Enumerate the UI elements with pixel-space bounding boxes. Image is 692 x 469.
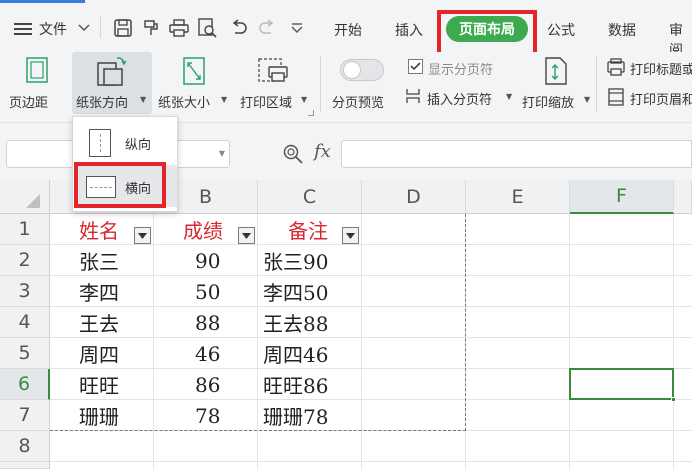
print-preview-icon[interactable] bbox=[196, 17, 218, 39]
margins-button[interactable]: 页边距 bbox=[9, 92, 48, 111]
filter-dropdown-icon[interactable] bbox=[238, 227, 255, 244]
header-cell-score[interactable]: 成绩 bbox=[183, 214, 223, 245]
data-cell[interactable]: 90 bbox=[195, 245, 220, 276]
data-cell[interactable]: 86 bbox=[195, 369, 220, 400]
row-header-2[interactable]: 2 bbox=[0, 245, 50, 276]
data-cell[interactable]: 周四 bbox=[79, 338, 119, 369]
fill-handle[interactable] bbox=[671, 397, 676, 402]
name-box-dropdown-icon[interactable]: ▼ bbox=[219, 149, 225, 158]
row-header-6[interactable]: 6 bbox=[0, 369, 50, 400]
file-menu[interactable]: 文件 bbox=[39, 19, 67, 39]
tab-formulas[interactable]: 公式 bbox=[547, 20, 575, 40]
data-cell[interactable]: 旺旺 bbox=[79, 369, 119, 400]
filter-dropdown-icon[interactable] bbox=[134, 227, 151, 244]
data-cell[interactable]: 张三90 bbox=[263, 245, 328, 276]
print-header-icon[interactable] bbox=[606, 87, 626, 107]
orientation-dropdown-icon: ▼ bbox=[140, 95, 147, 104]
active-window-indicator bbox=[0, 0, 85, 3]
orientation-label: 纸张方向 bbox=[76, 96, 129, 111]
row-header-3[interactable]: 3 bbox=[0, 276, 50, 307]
print-header-button[interactable]: 打印页眉和 bbox=[630, 89, 692, 108]
data-cell[interactable]: 张三 bbox=[79, 245, 119, 276]
portrait-page-icon bbox=[89, 129, 111, 157]
margins-icon[interactable] bbox=[24, 56, 50, 84]
undo-icon[interactable] bbox=[228, 17, 250, 39]
column-header-e[interactable]: E bbox=[466, 180, 570, 214]
data-cell[interactable]: 李四50 bbox=[263, 276, 328, 307]
data-cell[interactable]: 珊珊78 bbox=[263, 400, 328, 431]
menu-item-portrait[interactable]: 纵向 bbox=[73, 123, 177, 161]
column-header-f[interactable]: F bbox=[570, 180, 674, 214]
selected-cell-f6[interactable] bbox=[569, 368, 674, 400]
print-area-dropdown-icon: ▼ bbox=[301, 95, 308, 104]
data-cell[interactable]: 88 bbox=[195, 307, 220, 338]
header-cell-note[interactable]: 备注 bbox=[288, 214, 328, 245]
row-header-1[interactable]: 1 bbox=[0, 214, 50, 245]
highlight-box-landscape bbox=[74, 162, 166, 208]
data-cell[interactable]: 李四 bbox=[79, 276, 119, 307]
paper-size-dropdown-icon: ▼ bbox=[221, 95, 228, 104]
insert-page-break-button[interactable]: 插入分页符 bbox=[427, 89, 492, 108]
insert-page-break-dropdown-icon: ▼ bbox=[506, 92, 513, 101]
print-scaling-dropdown-icon: ▼ bbox=[584, 95, 591, 104]
paper-size-icon[interactable] bbox=[180, 56, 208, 86]
orientation-icon bbox=[95, 57, 127, 87]
quick-access-more-icon[interactable] bbox=[288, 19, 306, 37]
tab-insert[interactable]: 插入 bbox=[395, 20, 423, 40]
insert-function-button[interactable]: fx bbox=[314, 141, 331, 162]
print-area-icon[interactable] bbox=[256, 56, 290, 88]
menu-item-portrait-label: 纵向 bbox=[125, 138, 152, 153]
tab-home[interactable]: 开始 bbox=[334, 20, 362, 40]
format-painter-icon[interactable] bbox=[140, 17, 162, 39]
hamburger-menu-icon[interactable] bbox=[12, 20, 34, 38]
page-break-preview-toggle[interactable] bbox=[340, 59, 384, 81]
chevron-down-icon[interactable] bbox=[76, 20, 92, 36]
data-cell[interactable]: 王去88 bbox=[263, 307, 328, 338]
row-header-5[interactable]: 5 bbox=[0, 338, 50, 369]
print-area-button[interactable]: 打印区域 bbox=[240, 92, 292, 111]
select-all-corner[interactable] bbox=[0, 180, 50, 214]
formula-input[interactable] bbox=[341, 140, 692, 168]
spreadsheet-grid[interactable]: A B C D E F 1 2 3 4 5 6 7 8 姓名 成绩 备注 张三 … bbox=[0, 180, 692, 469]
show-page-breaks-checkbox[interactable] bbox=[408, 59, 423, 74]
orientation-dropdown-menu: 纵向 横向 bbox=[72, 116, 178, 212]
filter-dropdown-icon[interactable] bbox=[342, 227, 359, 244]
page-break-preview-label: 分页预览 bbox=[332, 96, 385, 111]
show-page-breaks-label: 显示分页符 bbox=[428, 63, 494, 78]
ribbon: 页边距 纸张方向 ▼ 纸张大小 ▼ 打印区域 ▼ 分页预览 显示分页符 插入分页… bbox=[0, 52, 692, 122]
paper-size-button[interactable]: 纸张大小 bbox=[158, 92, 210, 111]
menu-bar: 文件 开始 插入 页面布局 公式 数据 审阅 bbox=[0, 0, 692, 60]
data-cell[interactable]: 46 bbox=[195, 338, 220, 369]
print-titles-button[interactable]: 打印标题或 bbox=[630, 59, 692, 78]
print-titles-icon[interactable] bbox=[606, 57, 626, 77]
zoom-icon[interactable] bbox=[282, 143, 304, 165]
column-header-g[interactable] bbox=[674, 180, 692, 214]
data-cell[interactable]: 78 bbox=[195, 400, 220, 431]
column-header-c[interactable]: C bbox=[258, 180, 362, 214]
data-cell[interactable]: 周四46 bbox=[263, 338, 328, 369]
column-header-d[interactable]: D bbox=[362, 180, 466, 214]
row-header-8[interactable]: 8 bbox=[0, 431, 50, 462]
save-icon[interactable] bbox=[112, 17, 134, 39]
data-cell[interactable]: 旺旺86 bbox=[263, 369, 328, 400]
print-scaling-icon[interactable] bbox=[540, 56, 570, 86]
data-cell[interactable]: 珊珊 bbox=[79, 400, 119, 431]
dialog-launcher-icon[interactable] bbox=[308, 110, 314, 116]
tab-data[interactable]: 数据 bbox=[608, 20, 636, 40]
row-header-4[interactable]: 4 bbox=[0, 307, 50, 338]
row-header-7[interactable]: 7 bbox=[0, 400, 50, 431]
insert-page-break-icon[interactable] bbox=[404, 87, 422, 105]
redo-icon[interactable] bbox=[256, 17, 278, 39]
print-scaling-button[interactable]: 打印缩放 bbox=[522, 92, 574, 111]
data-cell[interactable]: 50 bbox=[195, 276, 220, 307]
header-cell-name[interactable]: 姓名 bbox=[79, 214, 119, 245]
data-cell[interactable]: 王去 bbox=[79, 307, 119, 338]
row-header-9[interactable] bbox=[0, 462, 50, 469]
print-icon[interactable] bbox=[168, 17, 190, 39]
